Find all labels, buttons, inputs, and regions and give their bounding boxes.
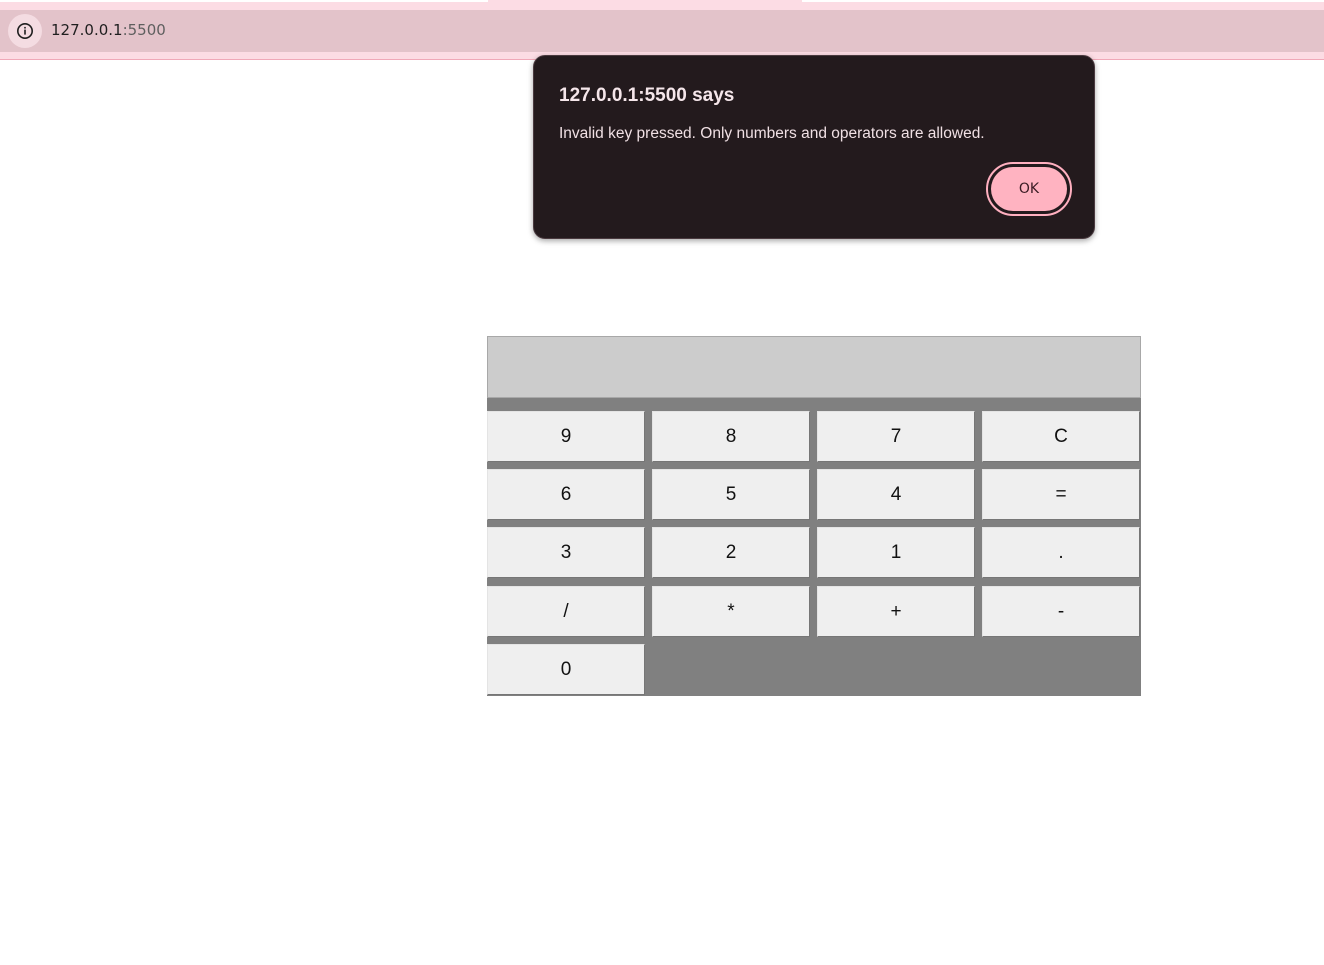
site-info-button[interactable]: [8, 14, 42, 48]
alert-title: 127.0.0.1:5500 says: [559, 85, 735, 106]
key-6[interactable]: 6: [487, 469, 645, 520]
key-9[interactable]: 9: [487, 411, 645, 462]
clear-button[interactable]: C: [982, 411, 1140, 462]
url-host: 127.0.0.1: [51, 21, 123, 39]
add-button[interactable]: +: [817, 586, 975, 637]
alert-dialog: 127.0.0.1:5500 says Invalid key pressed.…: [533, 55, 1095, 239]
key-7[interactable]: 7: [817, 411, 975, 462]
key-0[interactable]: 0: [487, 644, 645, 695]
decimal-button[interactable]: .: [982, 527, 1140, 578]
key-2[interactable]: 2: [652, 527, 810, 578]
tab-edge: [802, 0, 1324, 2]
calculator-display[interactable]: [487, 336, 1141, 398]
info-icon: [17, 23, 33, 39]
key-8[interactable]: 8: [652, 411, 810, 462]
key-5[interactable]: 5: [652, 469, 810, 520]
multiply-button[interactable]: *: [652, 586, 810, 637]
subtract-button[interactable]: -: [982, 586, 1140, 637]
url-text[interactable]: 127.0.0.1:5500: [51, 21, 166, 39]
ok-button-label: OK: [991, 167, 1067, 211]
key-4[interactable]: 4: [817, 469, 975, 520]
browser-tab-strip: [0, 0, 1324, 10]
key-1[interactable]: 1: [817, 527, 975, 578]
address-bar[interactable]: 127.0.0.1:5500: [0, 10, 1324, 52]
key-3[interactable]: 3: [487, 527, 645, 578]
url-port: :5500: [122, 21, 166, 39]
tab-edge: [0, 0, 488, 2]
equals-button[interactable]: =: [982, 469, 1140, 520]
divide-button[interactable]: /: [487, 586, 645, 637]
alert-message: Invalid key pressed. Only numbers and op…: [559, 125, 985, 142]
ok-button[interactable]: OK: [986, 162, 1072, 216]
calculator: 9 8 7 C 6 5 4 = 3 2 1 . / * + - 0: [487, 336, 1141, 696]
